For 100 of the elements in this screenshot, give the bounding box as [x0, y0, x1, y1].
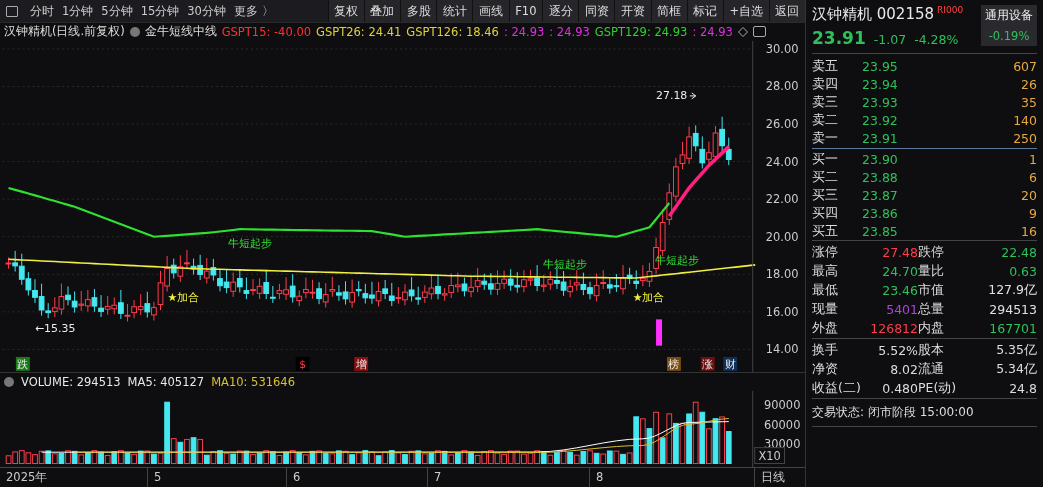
indicator-name[interactable]: 金牛短线中线: [144, 24, 217, 40]
stat-value: 22.48: [1000, 245, 1037, 260]
order-level-label: 买二: [812, 168, 839, 186]
event-marker[interactable]: 涨: [700, 356, 715, 371]
event-marker[interactable]: 财: [723, 356, 738, 371]
stat-label: 最高: [812, 263, 839, 280]
stat-label: 跌停: [918, 244, 945, 261]
toolbar-button[interactable]: 简框: [650, 0, 687, 22]
stat-value: 167701: [988, 321, 1037, 336]
volume-value: MA5: 405127: [127, 374, 205, 389]
order-level-label: 卖一: [812, 129, 839, 147]
order-price: 23.86: [862, 205, 899, 221]
stat-value: 127.9亿: [987, 282, 1037, 299]
margin-trading-label: RI000: [937, 5, 964, 15]
stat-label: 最低: [812, 282, 839, 299]
order-price: 23.95: [862, 58, 899, 74]
date-axis-label: 8: [589, 468, 754, 487]
period-tab[interactable]: 分时: [30, 3, 54, 19]
stat-label: 净资: [812, 361, 839, 378]
toolbar-button[interactable]: 复权: [327, 0, 364, 22]
stat-value: 24.70: [881, 264, 918, 279]
signal-label: 牛短起步: [542, 257, 587, 271]
indicator-value: GSPT126: 18.46: [406, 24, 499, 39]
stat-value: 0.480: [881, 381, 918, 396]
trading-status: 交易状态: 闭市阶段 15:00:00: [812, 398, 1037, 427]
signal-label: 牛短起步: [227, 236, 272, 250]
chart-title: 汉钟精机(日线.前复权): [4, 24, 125, 40]
toolbar-button[interactable]: 叠加: [363, 0, 401, 22]
event-marker[interactable]: $: [295, 356, 310, 371]
price-change: -1.07: [873, 32, 907, 47]
indicator-value: : 24.93: [503, 24, 545, 39]
indicator-value: : 24.93: [692, 24, 733, 39]
event-marker[interactable]: 增: [354, 356, 369, 371]
last-price: 23.91: [812, 28, 866, 48]
stat-label: 现量: [812, 301, 839, 318]
stat-value: 23.46: [881, 283, 918, 298]
period-tab[interactable]: 30分钟: [187, 3, 226, 19]
price-axis-label: 30.00: [765, 41, 799, 56]
stat-value: 5.52%: [877, 343, 918, 358]
order-volume: 35: [1021, 94, 1037, 110]
date-axis-label: 5: [147, 468, 286, 487]
event-marker[interactable]: 跌: [15, 356, 30, 371]
stat-label: PE(动): [918, 380, 958, 397]
percent-change: -4.28%: [914, 32, 959, 47]
order-volume: 9: [1029, 205, 1037, 221]
toolbar-button[interactable]: 同资: [578, 0, 615, 22]
stat-value: 5401: [885, 302, 918, 317]
low-price-label: ←15.35: [35, 321, 76, 335]
indicator-value: : 24.93: [549, 24, 590, 39]
order-price: 23.92: [862, 112, 899, 128]
stat-value: 5.34亿: [995, 361, 1037, 378]
order-price: 23.90: [862, 151, 899, 167]
order-level-label: 买三: [812, 186, 839, 204]
order-volume: 20: [1021, 187, 1037, 203]
toolbar-button[interactable]: 返回: [768, 0, 805, 22]
price-axis-label: 18.00: [765, 267, 799, 282]
order-volume: 16: [1021, 223, 1037, 239]
period-tab[interactable]: 1分钟: [62, 3, 94, 19]
toolbar-button[interactable]: F10: [508, 0, 543, 22]
order-volume: 250: [1013, 130, 1037, 146]
stat-label: 市值: [918, 282, 945, 299]
period-tab[interactable]: 15分钟: [140, 3, 180, 19]
sector-panel[interactable]: 通用设备 -0.19%: [981, 5, 1037, 46]
stat-label: 量比: [918, 263, 945, 280]
order-volume: 26: [1021, 76, 1037, 92]
event-marker[interactable]: 榜: [667, 356, 681, 371]
stat-value: 294513: [988, 302, 1037, 317]
toolbar-button[interactable]: +自选: [723, 0, 769, 22]
stat-label: 股本: [918, 342, 945, 359]
date-axis-label: 7: [427, 468, 589, 487]
signal-label: ★加合: [632, 290, 665, 304]
stat-label: 流通: [918, 361, 945, 378]
period-label[interactable]: 日线: [754, 468, 805, 487]
toolbar-button[interactable]: 统计: [436, 0, 473, 22]
period-tab[interactable]: 5分钟: [101, 3, 133, 19]
order-price: 23.88: [862, 169, 899, 185]
toolbar-button[interactable]: 开资: [614, 0, 651, 22]
scale-label: X10: [754, 446, 785, 464]
stat-label: 总量: [918, 301, 945, 318]
more-tab[interactable]: 更多 〉: [233, 3, 274, 19]
price-axis-label: 28.00: [765, 79, 799, 94]
signal-label: ★加合: [167, 290, 200, 304]
toolbar-button[interactable]: 画线: [472, 0, 509, 22]
stat-value: 8.02: [889, 362, 918, 377]
volume-value: MA10: 531646: [211, 374, 295, 389]
order-level-label: 买四: [812, 204, 839, 222]
indicator-value: GSPT15: -40.00: [221, 24, 312, 39]
order-volume: 140: [1013, 112, 1037, 128]
toolbar-button[interactable]: 多股: [400, 0, 437, 22]
order-price: 23.94: [862, 76, 899, 92]
volume-value: VOLUME: 294513: [21, 374, 121, 389]
order-level-label: 卖三: [812, 93, 839, 111]
toolbar-button[interactable]: 标记: [686, 0, 723, 22]
stat-label: 内盘: [918, 320, 945, 337]
price-axis-label: 16.00: [765, 304, 799, 319]
order-price: 23.87: [862, 187, 899, 203]
price-axis-label: 24.00: [765, 154, 799, 169]
order-volume: 1: [1029, 151, 1037, 167]
order-level-label: 买五: [812, 222, 839, 240]
toolbar-button[interactable]: 逐分: [542, 0, 579, 22]
